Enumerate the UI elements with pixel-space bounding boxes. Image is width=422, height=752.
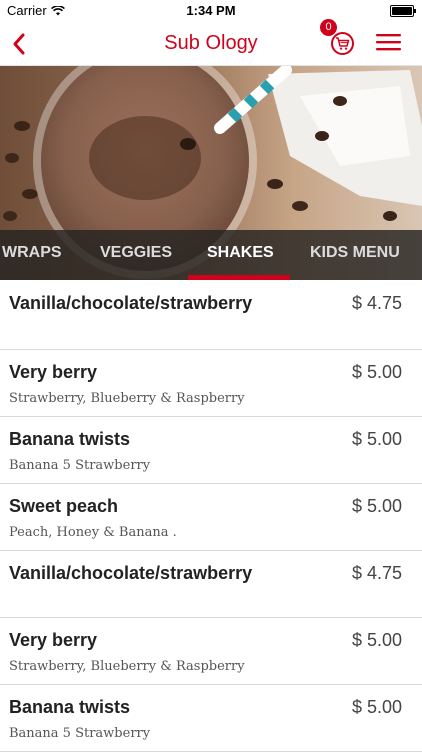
- menu-item[interactable]: Very berry $ 5.00 Strawberry, Blueberry …: [0, 618, 422, 685]
- hamburger-icon: [376, 34, 401, 51]
- battery-level: [392, 7, 412, 15]
- menu-list: Vanilla/chocolate/strawberry $ 4.75 Very…: [0, 280, 422, 752]
- menu-item[interactable]: Vanilla/chocolate/strawberry $ 4.75: [0, 551, 422, 618]
- category-tabs: WRAPS VEGGIES SHAKES KIDS MENU: [0, 230, 422, 280]
- item-name: Vanilla/chocolate/strawberry: [9, 293, 253, 313]
- item-price: $ 5.00: [351, 630, 402, 650]
- cart-icon: [331, 32, 354, 55]
- item-price: $ 5.00: [351, 362, 402, 382]
- item-price: $ 5.00: [351, 496, 402, 516]
- item-description: Banana 5 Strawberry: [9, 458, 151, 473]
- item-price: $ 5.00: [351, 429, 402, 449]
- item-name: Banana twists: [9, 697, 131, 717]
- item-description: Strawberry, Blueberry & Raspberry: [9, 659, 245, 674]
- status-bar: Carrier 1:34 PM: [0, 0, 422, 22]
- item-description: Strawberry, Blueberry & Raspberry: [9, 391, 245, 406]
- cart-count-badge: 0: [320, 19, 337, 36]
- tab-wraps[interactable]: WRAPS: [2, 244, 62, 262]
- item-name: Banana twists: [9, 429, 131, 449]
- battery-icon: [390, 5, 416, 17]
- menu-item[interactable]: Very berry $ 5.00 Strawberry, Blueberry …: [0, 350, 422, 417]
- item-name: Vanilla/chocolate/strawberry: [9, 563, 253, 583]
- menu-button[interactable]: [374, 28, 404, 56]
- item-price: $ 4.75: [351, 293, 402, 313]
- item-description: Peach, Honey & Banana .: [9, 525, 177, 540]
- status-time: 1:34 PM: [186, 3, 236, 18]
- tab-kids-menu[interactable]: KIDS MENU: [310, 244, 400, 262]
- item-name: Very berry: [9, 362, 98, 382]
- menu-item[interactable]: Banana twists $ 5.00 Banana 5 Strawberry: [0, 685, 422, 752]
- tab-shakes[interactable]: SHAKES: [207, 244, 274, 262]
- item-description: Banana 5 Strawberry: [9, 726, 151, 741]
- item-name: Sweet peach: [9, 496, 119, 516]
- cart-button[interactable]: 0: [318, 19, 360, 62]
- menu-item[interactable]: Banana twists $ 5.00 Banana 5 Strawberry: [0, 417, 422, 484]
- menu-item[interactable]: Sweet peach $ 5.00 Peach, Honey & Banana…: [0, 484, 422, 551]
- tab-veggies[interactable]: VEGGIES: [100, 244, 172, 262]
- navigation-bar: Sub Ology 0: [0, 19, 422, 66]
- item-price: $ 4.75: [351, 563, 402, 583]
- menu-item[interactable]: Vanilla/chocolate/strawberry $ 4.75: [0, 280, 422, 350]
- item-price: $ 5.00: [351, 697, 402, 717]
- item-name: Very berry: [9, 630, 98, 650]
